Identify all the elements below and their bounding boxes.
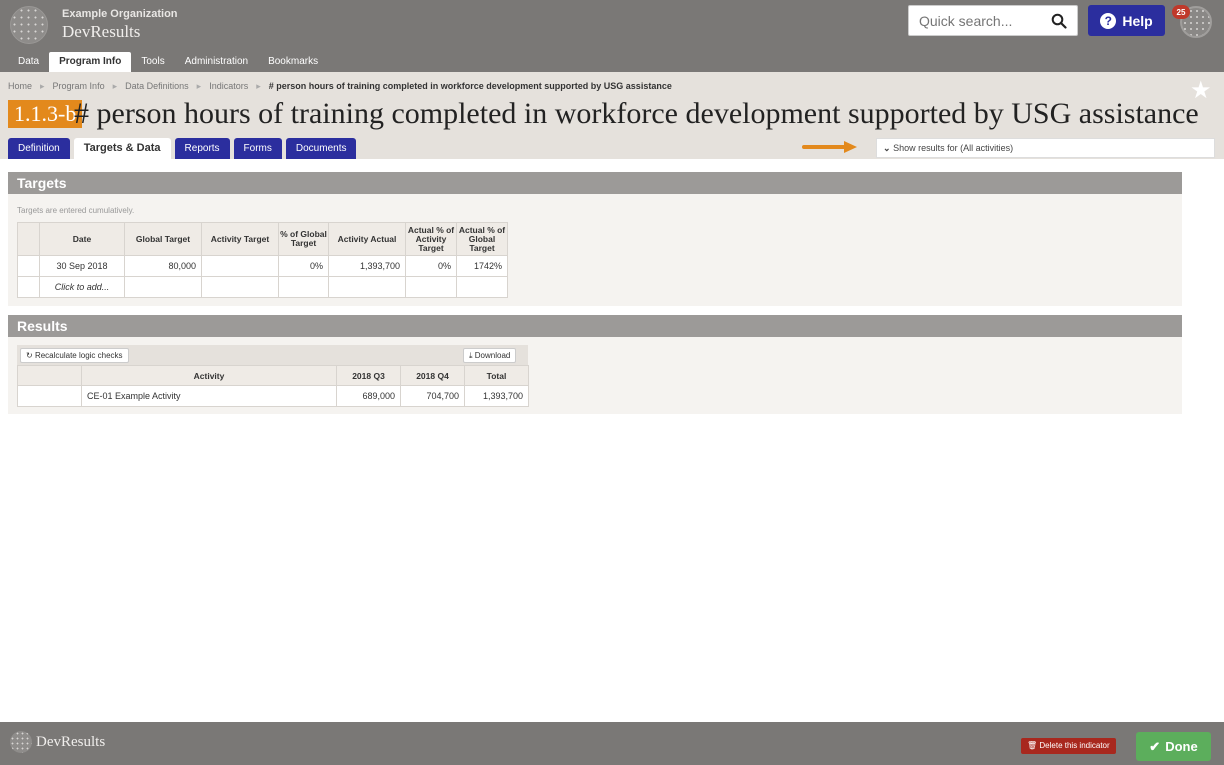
tab-forms[interactable]: Forms [233, 138, 282, 159]
nav-bookmarks[interactable]: Bookmarks [258, 52, 328, 72]
table-row[interactable]: CE-01 Example Activity 689,000 704,700 1… [17, 385, 529, 407]
cell-activity-target[interactable] [201, 255, 279, 277]
help-label: Help [1122, 12, 1153, 29]
trash-icon: 🗑 [1027, 741, 1038, 750]
column-header: 2018 Q4 [400, 365, 465, 386]
row-handle [17, 385, 82, 407]
question-icon: ? [1100, 12, 1117, 29]
breadcrumb-data-definitions[interactable]: Data Definitions [125, 81, 189, 92]
org-logo-icon[interactable] [10, 6, 48, 44]
breadcrumb-separator-icon: ▸ [40, 81, 45, 91]
empty-cell [456, 276, 508, 298]
nav-data[interactable]: Data [8, 52, 49, 72]
activity-filter-dropdown[interactable]: ⌄ Show results for (All activities) [876, 138, 1215, 158]
cell-date[interactable]: 30 Sep 2018 [39, 255, 125, 277]
quick-search [908, 5, 1078, 36]
nav-tools[interactable]: Tools [131, 52, 174, 72]
cell-total: 1,393,700 [464, 385, 529, 407]
cell-activity[interactable]: CE-01 Example Activity [81, 385, 337, 407]
breadcrumb-separator-icon: ▸ [196, 81, 202, 91]
column-header: 2018 Q3 [336, 365, 401, 386]
breadcrumb-current: # person hours of training completed in … [268, 81, 672, 91]
app-name: DevResults [62, 22, 141, 41]
column-header: Activity [81, 365, 337, 386]
search-icon[interactable] [1051, 13, 1067, 29]
column-header: Activity Actual [328, 222, 406, 256]
activity-filter-label: Show results for (All activities) [893, 143, 1014, 153]
targets-note: Targets are entered cumulatively. [17, 206, 135, 215]
main-nav: Data Program Info Tools Administration B… [8, 52, 328, 72]
column-header: Actual % of Global Target [456, 222, 508, 256]
footer-logo-icon [10, 731, 32, 753]
column-header: Activity Target [201, 222, 279, 256]
add-row-hint[interactable]: Click to add... [39, 276, 125, 298]
arrow-right-icon [802, 141, 857, 153]
help-button[interactable]: ? Help [1088, 5, 1165, 36]
tab-reports[interactable]: Reports [174, 138, 230, 159]
cell-actual-pct-activity: 0% [405, 255, 457, 277]
recalculate-button[interactable]: ↻ Recalculate logic checks [20, 348, 129, 363]
download-button[interactable]: ⤓ Download [463, 348, 517, 363]
cell-2018-q3[interactable]: 689,000 [336, 385, 401, 407]
breadcrumb-separator-icon: ▸ [256, 81, 261, 91]
results-table: Activity 2018 Q3 2018 Q4 Total CE-01 Exa… [17, 365, 529, 407]
checkmark-icon: ✔ [1149, 738, 1161, 754]
cell-pct-global-target: 0% [278, 255, 329, 277]
column-header: % of Global Target [278, 222, 329, 256]
delete-indicator-button[interactable]: 🗑 Delete this indicator [1021, 738, 1116, 754]
nav-administration[interactable]: Administration [175, 52, 258, 72]
targets-heading: Targets [8, 172, 1182, 194]
table-header-row: Activity 2018 Q3 2018 Q4 Total [17, 365, 529, 386]
column-header: Actual % of Activity Target [405, 222, 457, 256]
refresh-icon: ↻ [26, 351, 33, 360]
top-bar: Example Organization DevResults ? Help 2… [0, 0, 1224, 72]
cell-global-target[interactable]: 80,000 [124, 255, 202, 277]
results-heading: Results [8, 315, 1182, 337]
nav-program-info[interactable]: Program Info [49, 52, 132, 72]
add-row[interactable]: Click to add... [17, 276, 508, 298]
column-header: Global Target [124, 222, 202, 256]
footer-app-name: DevResults [36, 734, 106, 750]
breadcrumb-home[interactable]: Home [8, 81, 32, 92]
table-header-row: Date Global Target Activity Target % of … [17, 222, 508, 256]
row-handle-header [17, 365, 82, 386]
download-label: Download [474, 351, 511, 360]
column-header: Date [39, 222, 125, 256]
done-button[interactable]: ✔ Done [1136, 732, 1211, 761]
page-title: # person hours of training completed in … [74, 97, 1199, 130]
breadcrumb-separator-icon: ▸ [112, 81, 118, 91]
row-handle-header [17, 222, 40, 256]
cell-activity-actual: 1,393,700 [328, 255, 406, 277]
column-header: Total [464, 365, 529, 386]
tab-documents[interactable]: Documents [285, 138, 357, 159]
cell-actual-pct-global: 1742% [456, 255, 508, 277]
breadcrumb-indicators[interactable]: Indicators [209, 81, 248, 92]
empty-cell[interactable] [124, 276, 202, 298]
download-icon: ⤓ [469, 351, 473, 360]
subtabs: Definition Targets & Data Reports Forms … [8, 138, 357, 159]
org-name: Example Organization [62, 8, 178, 20]
recalculate-label: Recalculate logic checks [34, 351, 123, 360]
footer-bar: DevResults 🗑 Delete this indicator ✔ Don… [0, 722, 1224, 765]
cell-2018-q4[interactable]: 704,700 [400, 385, 465, 407]
empty-cell [328, 276, 406, 298]
search-input[interactable] [909, 6, 1049, 35]
targets-table: Date Global Target Activity Target % of … [17, 222, 508, 298]
tab-definition[interactable]: Definition [8, 138, 70, 159]
delete-label: Delete this indicator [1039, 741, 1110, 750]
empty-cell [405, 276, 457, 298]
tab-targets-data[interactable]: Targets & Data [73, 138, 171, 159]
breadcrumb-program-info[interactable]: Program Info [53, 81, 105, 92]
empty-cell [278, 276, 329, 298]
done-label: Done [1165, 739, 1198, 754]
results-toolbar: ↻ Recalculate logic checks ⤓ Download [17, 345, 528, 365]
indicator-code-badge: 1.1.3-b [8, 100, 83, 128]
chevron-down-icon: ⌄ [883, 143, 891, 153]
row-handle [17, 276, 40, 298]
row-handle[interactable] [17, 255, 40, 277]
empty-cell[interactable] [201, 276, 279, 298]
breadcrumb: Home ▸ Program Info ▸ Data Definitions ▸ In… [8, 81, 672, 92]
table-row[interactable]: 30 Sep 2018 80,000 0% 1,393,700 0% 1742% [17, 255, 508, 277]
notification-badge[interactable]: 25 [1172, 5, 1190, 19]
